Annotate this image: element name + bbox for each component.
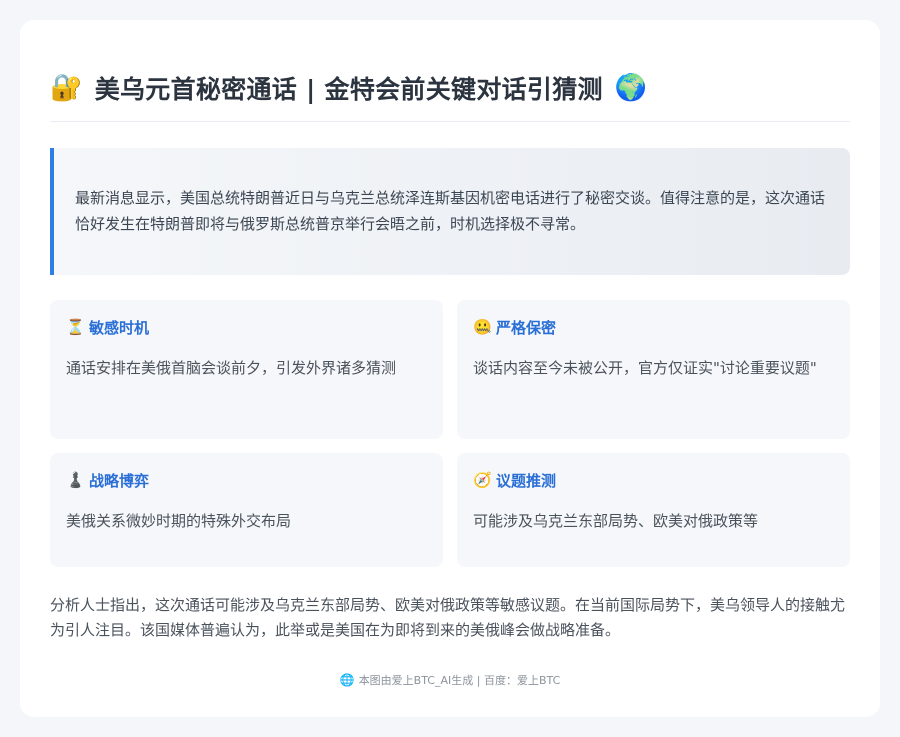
- tile-body: 美俄关系微妙时期的特殊外交布局: [66, 512, 292, 530]
- hourglass-icon: ⏳: [66, 318, 85, 336]
- tile-heading: 🧭 议题推测: [473, 470, 834, 490]
- title-divider: [50, 121, 850, 122]
- globe-network-icon: 🌐: [339, 673, 355, 687]
- tile-title: 议题推测: [496, 471, 557, 490]
- tile-heading: ♟️ 战略博弈: [66, 470, 427, 490]
- globe-icon: 🌍: [614, 73, 648, 103]
- tile-body: 可能涉及乌克兰东部局势、欧美对俄政策等: [473, 512, 759, 530]
- info-tile-strategy: ♟️ 战略博弈 美俄关系微妙时期的特殊外交布局: [50, 453, 443, 567]
- footer-text: 本图由爱上BTC_AI生成 | 百度：爱上BTC: [358, 674, 561, 687]
- intro-text: 最新消息显示，美国总统特朗普近日与乌克兰总统泽连斯基因机密电话进行了秘密交谈。值…: [75, 189, 826, 233]
- tile-title: 战略博弈: [89, 471, 150, 490]
- article-card: 🔐 美乌元首秘密通话 | 金特会前关键对话引猜测 🌍 最新消息显示，美国总统特朗…: [20, 20, 880, 717]
- tile-heading: 🤐 严格保密: [473, 317, 834, 337]
- tile-title: 严格保密: [496, 318, 557, 337]
- tile-body: 谈话内容至今未被公开，官方仅证实"讨论重要议题": [473, 359, 817, 377]
- analysis-paragraph: 分析人士指出，这次通话可能涉及乌克兰东部局势、欧美对俄政策等敏感议题。在当前国际…: [50, 596, 846, 639]
- intro-callout: 最新消息显示，美国总统特朗普近日与乌克兰总统泽连斯基因机密电话进行了秘密交谈。值…: [50, 148, 850, 275]
- page-title: 🔐 美乌元首秘密通话 | 金特会前关键对话引猜测 🌍: [50, 70, 850, 106]
- info-tile-timing: ⏳ 敏感时机 通话安排在美俄首脑会谈前夕，引发外界诸多猜测: [50, 300, 443, 439]
- chess-pawn-icon: ♟️: [66, 471, 85, 489]
- tile-title: 敏感时机: [89, 318, 150, 337]
- footer-credit: 🌐 本图由爱上BTC_AI生成 | 百度：爱上BTC: [20, 672, 880, 688]
- lock-key-icon: 🔐: [50, 73, 83, 103]
- compass-icon: 🧭: [473, 471, 492, 489]
- page-title-text: 美乌元首秘密通话 | 金特会前关键对话引猜测: [94, 75, 603, 104]
- info-tile-secrecy: 🤐 严格保密 谈话内容至今未被公开，官方仅证实"讨论重要议题": [457, 300, 850, 439]
- info-tile-topics: 🧭 议题推测 可能涉及乌克兰东部局势、欧美对俄政策等: [457, 453, 850, 567]
- tile-body: 通话安排在美俄首脑会谈前夕，引发外界诸多猜测: [66, 359, 397, 377]
- tile-heading: ⏳ 敏感时机: [66, 317, 427, 337]
- zipper-mouth-icon: 🤐: [473, 318, 492, 336]
